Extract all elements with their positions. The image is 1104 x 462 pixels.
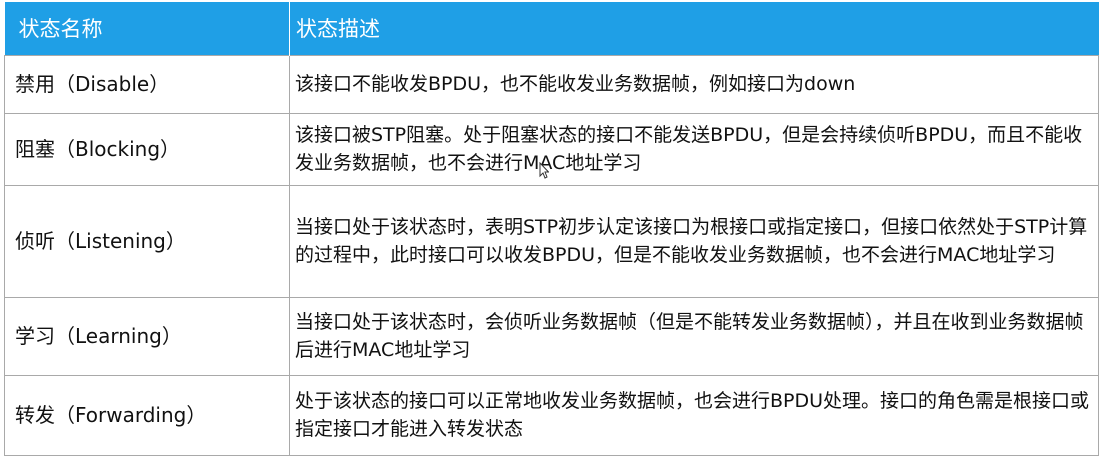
table-row: 禁用（Disable） 该接口不能收发BPDU，也不能收发业务数据帧，例如接口为… xyxy=(4,54,1099,114)
state-name-cell: 侦听（Listening） xyxy=(4,184,290,298)
state-name-cell: 学习（Learning） xyxy=(4,296,290,376)
header-state-description: 状态描述 xyxy=(296,17,380,42)
table-row: 侦听（Listening） 当接口处于该状态时，表明STP初步认定该接口为根接口… xyxy=(4,184,1099,298)
table-body: 禁用（Disable） 该接口不能收发BPDU，也不能收发业务数据帧，例如接口为… xyxy=(4,54,1099,456)
stp-port-states-table: 状态名称 状态描述 禁用（Disable） 该接口不能收发BPDU，也不能收发业… xyxy=(4,2,1099,456)
table-row: 转发（Forwarding） 处于该状态的接口可以正常地收发业务数据帧，也会进行… xyxy=(4,374,1099,456)
state-description-cell: 当接口处于该状态时，表明STP初步认定该接口为根接口或指定接口，但接口依然处于S… xyxy=(289,184,1099,298)
header-state-name: 状态名称 xyxy=(4,2,290,55)
state-description-cell: 该接口不能收发BPDU，也不能收发业务数据帧，例如接口为down xyxy=(289,54,1099,114)
table-row: 阻塞（Blocking） 该接口被STP阻塞。处于阻塞状态的接口不能发送BPDU… xyxy=(4,112,1099,186)
table-row: 学习（Learning） 当接口处于该状态时，会侦听业务数据帧（但是不能转发业务… xyxy=(4,296,1099,376)
state-name-cell: 阻塞（Blocking） xyxy=(4,112,290,186)
state-description-cell: 处于该状态的接口可以正常地收发业务数据帧，也会进行BPDU处理。接口的角色需是根… xyxy=(289,374,1099,456)
state-description-cell: 该接口被STP阻塞。处于阻塞状态的接口不能发送BPDU，但是会持续侦听BPDU，… xyxy=(289,112,1099,186)
state-name-cell: 禁用（Disable） xyxy=(4,54,290,114)
state-name-cell: 转发（Forwarding） xyxy=(4,374,290,456)
table-header: 状态名称 状态描述 xyxy=(4,2,1099,55)
state-description-cell: 当接口处于该状态时，会侦听业务数据帧（但是不能转发业务数据帧），并且在收到业务数… xyxy=(289,296,1099,376)
header-row: 状态名称 状态描述 xyxy=(4,2,1099,55)
page: 状态名称 状态描述 禁用（Disable） 该接口不能收发BPDU，也不能收发业… xyxy=(0,0,1104,462)
